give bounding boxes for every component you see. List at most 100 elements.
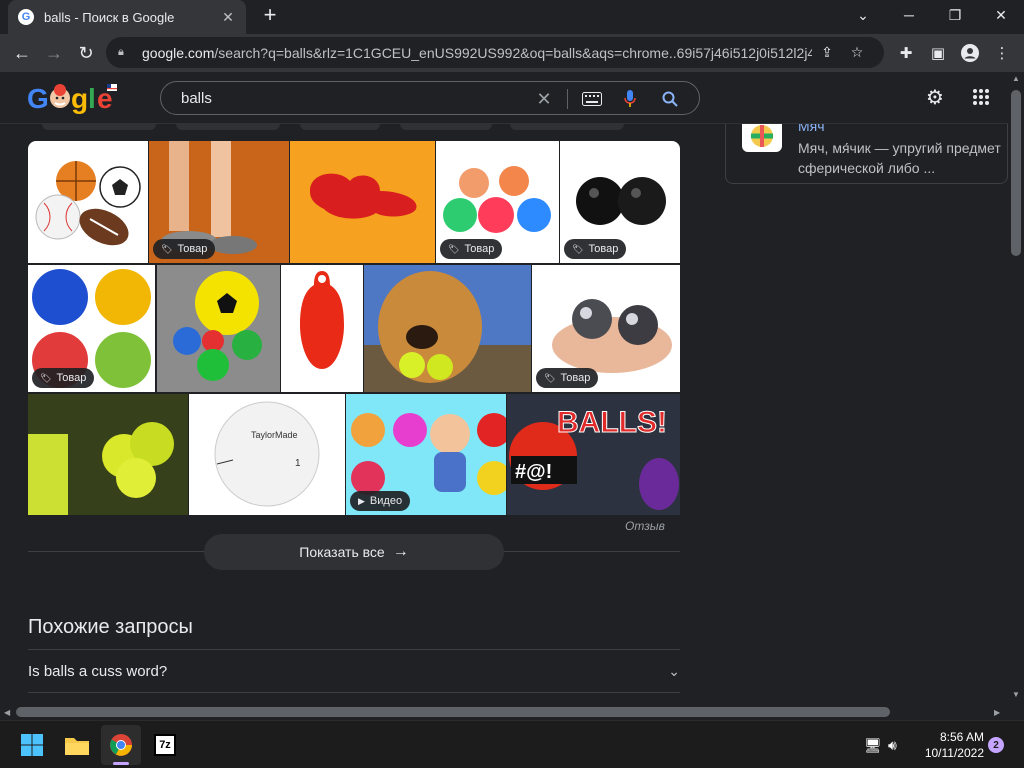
back-button[interactable]: ← [6,37,38,69]
chrome-menu-icon[interactable]: ⋮ [986,37,1018,69]
svg-text:1: 1 [295,458,301,469]
knowledge-panel-thumbnail[interactable] [742,124,782,152]
scroll-down-arrow-icon[interactable]: ▼ [1012,690,1020,699]
browser-toolbar: ← → ↻ 🔒︎ google.com/search?q=balls&rlz=1… [0,34,1024,72]
image-result-red-toy[interactable] [290,141,435,263]
filter-chip-partial[interactable] [510,124,624,130]
tag-icon: 🏷︎ [40,372,52,383]
knowledge-panel-description: Мяч, мя́чик — упругий предмет сферическо… [798,140,1001,176]
reload-button[interactable]: ↻ [70,37,102,69]
system-clock[interactable]: 8:56 AM 10/11/2022 [912,729,984,761]
svg-text:#@!: #@! [515,461,552,483]
product-badge: 🏷︎ Товар [153,239,216,259]
active-app-indicator [113,762,129,765]
notification-count-badge[interactable]: 2 [988,737,1004,753]
image-result-product-1[interactable]: 🏷︎ Товар [149,141,289,263]
product-badge: 🏷︎ Товар [440,239,503,259]
badge-label: Товар [560,372,591,384]
related-question-text: Is balls a cuss word? [28,662,168,680]
new-tab-button[interactable]: + [258,4,282,28]
minimize-button[interactable]: ─ [886,0,932,30]
show-all-label: Показать все [299,544,385,560]
close-window-button[interactable]: ✕ [978,0,1024,30]
bookmark-star-icon[interactable]: ☆ [842,44,872,61]
product-badge: 🏷︎ Товар [32,368,95,388]
filter-chip-partial[interactable] [300,124,380,130]
image-result-balls-meme[interactable]: #@! BALLS! [507,394,680,515]
extensions-puzzle-icon[interactable]: ✚ [890,37,922,69]
image-result-juggling-balls[interactable] [28,394,188,515]
tab-title: balls - Поиск в Google [44,9,175,25]
image-result-product-4[interactable]: 🏷︎ Товар [28,265,155,392]
keyboard-icon[interactable] [581,88,603,110]
lock-icon[interactable]: 🔒︎ [118,46,130,59]
7zip-label: 7z [154,734,176,756]
url-path: /search?q=balls&rlz=1C1GCEU_enUS992US992… [214,44,812,61]
google-apps-grid-icon[interactable] [968,84,994,110]
7zip-icon[interactable]: 7z [145,725,185,765]
image-result-dog-tennis-balls[interactable] [364,265,531,392]
side-panel-icon[interactable]: ▣ [922,37,954,69]
svg-text:TaylorMade: TaylorMade [251,430,298,440]
forward-button[interactable]: → [38,37,70,69]
profile-avatar-icon[interactable] [954,37,986,69]
tab-search-chevron-icon[interactable]: ⌄ [840,0,886,30]
vertical-scrollbar[interactable]: ▲ ▼ [1008,72,1024,704]
svg-text:g: g [71,83,87,114]
google-favicon-icon: G [18,9,34,25]
image-result-cartoon-video[interactable]: ▶ Видео [346,394,506,515]
play-icon: ▶ [358,495,365,506]
tag-icon: 🏷︎ [572,243,584,254]
browser-tab-active[interactable]: G balls - Поиск в Google ✕ [8,0,246,34]
windows-taskbar: 7z 🖥︎ 🔊︎ 8:56 AM 10/11/2022 2 [0,720,1024,768]
divider [28,692,680,693]
file-explorer-icon[interactable] [57,725,97,765]
product-badge: 🏷︎ Товар [564,239,627,259]
google-doodle-logo[interactable]: G g l e [27,82,119,114]
windows-start-icon[interactable] [12,725,52,765]
scroll-right-arrow-icon[interactable]: ▶ [994,708,1000,717]
image-result-soccer-balls[interactable] [157,265,280,392]
image-result-product-2[interactable]: 🏷︎ Товар [436,141,559,263]
badge-label: Товар [588,243,619,255]
scroll-left-arrow-icon[interactable]: ◀ [4,708,10,717]
image-result-product-3[interactable]: 🏷︎ Товар [560,141,680,263]
volume-icon[interactable]: 🔊︎ [888,737,897,754]
chrome-taskbar-icon[interactable] [101,725,141,765]
image-result-red-chew-toy[interactable] [281,265,363,392]
show-all-button[interactable]: Показать все → [204,534,504,570]
image-result-golf-ball[interactable]: TaylorMade 1 [189,394,345,515]
feedback-link[interactable]: Отзыв [625,519,665,533]
badge-label: Видео [369,495,403,507]
voice-search-mic-icon[interactable] [619,88,641,110]
address-bar[interactable]: 🔒︎ google.com/search?q=balls&rlz=1C1GCEU… [106,37,884,68]
google-results-page: G g l e balls ✕ ⚙ Мяч Мяч, мя́чик — упру… [0,72,1008,704]
share-icon[interactable]: ⇪ [812,44,842,61]
badge-label: Товар [56,372,87,384]
horizontal-scroll-thumb[interactable] [16,707,890,717]
network-icon[interactable]: 🖥︎ [864,737,882,754]
vertical-scroll-thumb[interactable] [1011,90,1021,256]
settings-gear-icon[interactable]: ⚙ [922,84,948,110]
image-result-chrome-balls[interactable]: 🏷︎ Товар [532,265,680,392]
clear-search-icon[interactable]: ✕ [533,88,555,110]
svg-text:l: l [88,83,95,114]
clock-date: 10/11/2022 [924,746,984,760]
image-result-sports-balls[interactable] [28,141,148,263]
tag-icon: 🏷︎ [448,243,460,254]
scroll-up-arrow-icon[interactable]: ▲ [1012,74,1020,83]
svg-text:BALLS!: BALLS! [557,406,667,439]
search-query[interactable]: balls [181,90,212,107]
clock-time: 8:56 AM [939,730,984,744]
horizontal-scrollbar[interactable]: ◀ ▶ [0,704,1008,720]
search-submit-icon[interactable] [659,88,681,110]
related-searches-title: Похожие запросы [28,616,193,638]
restore-button[interactable]: ❐ [932,0,978,30]
filter-chip-partial[interactable] [42,124,156,130]
filter-chip-partial[interactable] [176,124,280,130]
filter-chip-partial[interactable] [400,124,492,130]
related-question-item[interactable]: Is balls a cuss word? ⌄ [28,650,680,692]
tab-close-icon[interactable]: ✕ [220,9,236,26]
search-box[interactable]: balls ✕ [160,81,700,115]
badge-label: Товар [464,243,495,255]
